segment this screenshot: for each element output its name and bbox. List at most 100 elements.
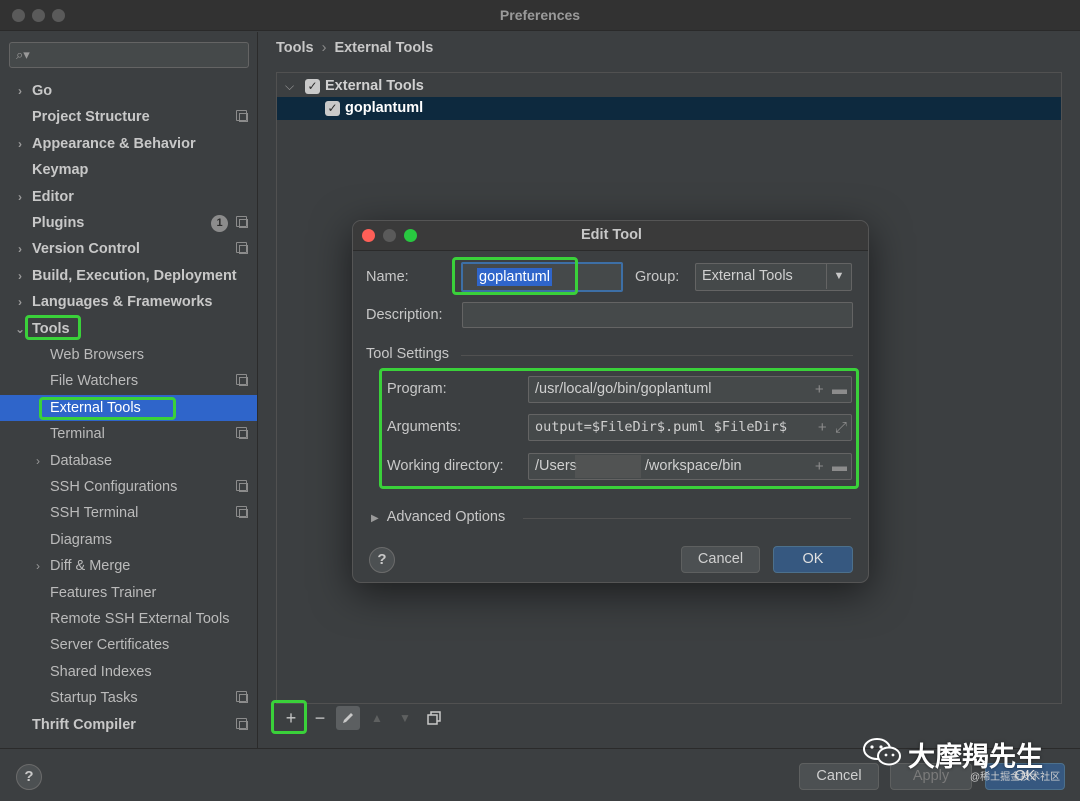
edit-tool-button[interactable] [336, 706, 360, 730]
search-icon: ⌕▾ [16, 47, 30, 62]
pencil-icon [343, 713, 353, 723]
updates-count-badge: 1 [211, 215, 228, 232]
breadcrumb-parent[interactable]: Tools [276, 40, 314, 56]
sidebar-item-editor[interactable]: › Editor [0, 184, 257, 210]
name-input[interactable]: goplantuml [461, 262, 623, 292]
sidebar-item-appearance-behavior[interactable]: › Appearance & Behavior [0, 131, 257, 157]
chevron-right-icon[interactable]: › [14, 78, 26, 104]
help-button[interactable]: ? [16, 764, 42, 790]
program-input[interactable]: /usr/local/go/bin/goplantuml + ▬ [528, 376, 852, 403]
sidebar-item-label: SSH Terminal [50, 505, 139, 522]
sidebar-item-external-tools[interactable]: External Tools [0, 394, 257, 421]
sidebar-item-project-structure[interactable]: Project Structure [0, 104, 257, 130]
chevron-down-icon[interactable]: ⌵ [285, 75, 294, 98]
program-value: /usr/local/go/bin/goplantuml [535, 381, 712, 397]
sidebar-item-version-control[interactable]: › Version Control [0, 236, 257, 262]
sidebar-item-keymap[interactable]: Keymap [0, 157, 257, 183]
sidebar-item-label: Go [32, 83, 53, 99]
browse-folder-icon[interactable]: ▬ [832, 381, 847, 398]
group-select[interactable]: External Tools ▼ [695, 263, 852, 291]
project-level-icon [236, 427, 248, 440]
project-level-icon [236, 242, 248, 255]
window-title: Preferences [499, 7, 581, 23]
copy-tool-icon[interactable] [422, 706, 446, 730]
project-level-icon [236, 480, 248, 492]
sidebar-item-ssh-terminal[interactable]: SSH Terminal [0, 500, 257, 526]
edit-tool-dialog: Edit Tool Name: goplantuml Group: Extern… [352, 220, 869, 583]
dialog-ok-button[interactable]: OK [773, 546, 853, 573]
chevron-right-icon[interactable]: › [14, 263, 26, 289]
group-select-value: External Tools [702, 268, 793, 284]
sidebar-item-label: SSH Configurations [50, 479, 178, 495]
description-input[interactable] [462, 302, 853, 328]
tree-group-external-tools[interactable]: ⌵ ✓ External Tools [277, 75, 1061, 98]
window-titlebar: Preferences [0, 0, 1080, 31]
sidebar-item-label: Editor [32, 188, 74, 205]
dialog-titlebar: Edit Tool [353, 221, 868, 251]
arguments-input[interactable]: output=$FileDir$.puml $FileDir$ + ⤢ [528, 414, 852, 441]
expand-icon[interactable]: ⤢ [835, 419, 847, 436]
sidebar-item-file-watchers[interactable]: File Watchers [0, 368, 257, 394]
sidebar-item-features-trainer[interactable]: Features Trainer [0, 580, 257, 606]
sidebar-item-label: Web Browsers [50, 347, 145, 363]
add-tool-button[interactable]: + [279, 706, 303, 730]
move-up-icon[interactable]: ▲ [365, 706, 389, 730]
project-level-icon [236, 506, 248, 519]
browse-folder-icon[interactable]: ▬ [832, 458, 847, 475]
sidebar-item-languages-frameworks[interactable]: › Languages & Frameworks [0, 289, 257, 315]
sidebar-item-terminal[interactable]: Terminal [0, 421, 257, 447]
chevron-right-icon[interactable]: › [14, 184, 26, 210]
chevron-right-icon[interactable]: › [32, 448, 44, 474]
sidebar-item-label: Features Trainer [50, 584, 157, 601]
sidebar-item-diagrams[interactable]: Diagrams [0, 527, 257, 553]
breadcrumb-current: External Tools [334, 40, 434, 56]
sidebar-item-startup-tasks[interactable]: Startup Tasks [0, 685, 257, 711]
description-label: Description: [366, 307, 443, 323]
name-input-value: goplantuml [477, 268, 552, 286]
sidebar-item-remote-ssh-external-tools[interactable]: Remote SSH External Tools [0, 606, 257, 632]
chevron-right-icon[interactable]: › [14, 289, 26, 315]
tool-enabled-checkbox[interactable]: ✓ [325, 101, 340, 116]
insert-macro-icon[interactable]: + [818, 419, 827, 436]
dialog-help-button[interactable]: ? [369, 547, 395, 573]
sidebar-item-diff-merge[interactable]: › Diff & Merge [0, 553, 257, 579]
dialog-cancel-button[interactable]: Cancel [681, 546, 760, 573]
project-level-icon [236, 110, 248, 123]
working-directory-value-end: /workspace/bin [644, 458, 742, 474]
copy-icon [427, 711, 441, 725]
sidebar-item-server-certificates[interactable]: Server Certificates [0, 632, 257, 658]
working-directory-input[interactable]: /Users/workspace/bin + ▬ [528, 453, 852, 480]
sidebar-item-ssh-configurations[interactable]: SSH Configurations [0, 474, 257, 500]
settings-search-input[interactable]: ⌕▾ [9, 42, 249, 68]
remove-tool-button[interactable]: − [308, 706, 332, 730]
sidebar-item-label: Remote SSH External Tools [50, 611, 230, 627]
group-enabled-checkbox[interactable]: ✓ [305, 79, 320, 94]
project-level-icon [236, 691, 248, 704]
sidebar-item-web-browsers[interactable]: Web Browsers [0, 342, 257, 368]
move-down-icon[interactable]: ▼ [393, 706, 417, 730]
sidebar-item-thrift-compiler[interactable]: Thrift Compiler [0, 712, 257, 738]
sidebar-item-database[interactable]: › Database [0, 448, 257, 474]
sidebar-item-label: Plugins [32, 215, 85, 231]
chevron-down-icon[interactable]: ⌄ [14, 316, 26, 342]
tree-item-goplantuml[interactable]: ✓ goplantuml [277, 97, 1061, 120]
insert-macro-icon[interactable]: + [815, 381, 824, 398]
chevron-right-icon[interactable]: › [14, 131, 26, 157]
sidebar-item-label: Startup Tasks [50, 690, 138, 707]
arguments-value: output=$FileDir$.puml $FileDir$ [535, 419, 787, 435]
sidebar-item-shared-indexes[interactable]: Shared Indexes [0, 659, 257, 685]
tree-group-label: External Tools [325, 78, 424, 94]
sidebar-item-label: Tools [32, 320, 70, 337]
sidebar-item-build-execution-deployment[interactable]: › Build, Execution, Deployment [0, 263, 257, 289]
sidebar-item-label: Keymap [32, 162, 89, 179]
chevron-right-icon[interactable]: › [32, 553, 44, 579]
advanced-options-toggle[interactable]: ▶ Advanced Options [371, 509, 505, 525]
dialog-title: Edit Tool [581, 227, 642, 243]
group-label: Group: [635, 269, 680, 285]
insert-macro-icon[interactable]: + [815, 458, 824, 475]
sidebar-item-plugins[interactable]: Plugins 1 [0, 210, 257, 236]
chevron-right-icon[interactable]: › [14, 236, 26, 262]
sidebar-item-go[interactable]: › Go [0, 78, 257, 104]
sidebar-item-tools[interactable]: ⌄ Tools [0, 316, 257, 342]
advanced-options-divider [523, 518, 851, 519]
